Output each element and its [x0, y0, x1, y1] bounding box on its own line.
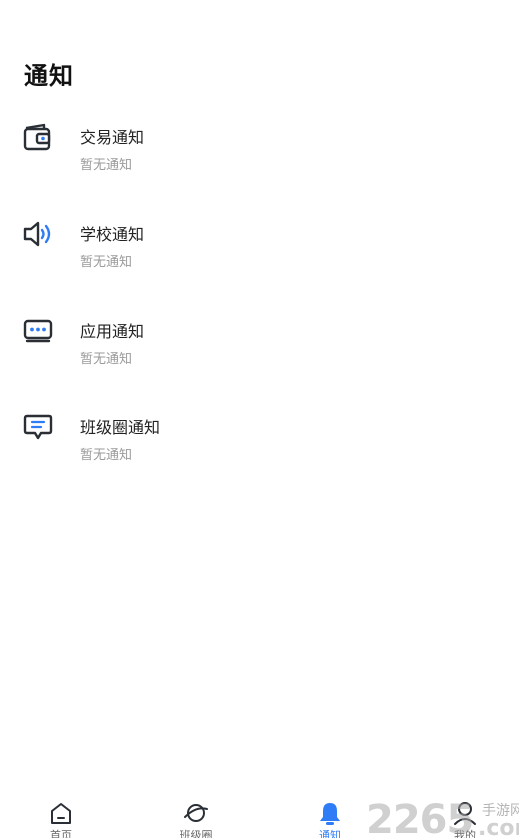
tab-notifications[interactable]: 通知 [300, 796, 360, 838]
tab-profile[interactable]: 我的 [435, 796, 495, 838]
tab-label: 通知 [319, 829, 341, 838]
notif-title: 学校通知 [80, 225, 145, 244]
tab-class-circle[interactable]: 班级圈 [166, 796, 226, 838]
notif-title: 交易通知 [80, 128, 145, 147]
notifications-screen: 通知 交易通知 暂无通知 学校通知 暂无通知 应用通知 暂无通知 班级圈通知 暂… [0, 0, 519, 838]
notif-item-class-circle[interactable]: 班级圈通知 暂无通知 [0, 412, 519, 482]
speaker-icon [22, 219, 56, 249]
notif-subtitle: 暂无通知 [80, 352, 133, 367]
notif-item-transaction[interactable]: 交易通知 暂无通知 [0, 122, 519, 192]
page-title: 通知 [24, 62, 74, 90]
bottom-tab-bar: 首页 班级圈 通知 我的 [0, 796, 519, 838]
chat-message-icon [22, 412, 56, 442]
app-message-icon [22, 316, 56, 346]
tab-label: 首页 [50, 829, 72, 838]
notif-item-school[interactable]: 学校通知 暂无通知 [0, 219, 519, 289]
notif-subtitle: 暂无通知 [80, 255, 133, 270]
notif-item-app[interactable]: 应用通知 暂无通知 [0, 316, 519, 386]
wallet-icon [22, 122, 56, 152]
notif-subtitle: 暂无通知 [80, 158, 133, 173]
tab-label: 班级圈 [179, 829, 213, 838]
notif-title: 班级圈通知 [80, 418, 161, 437]
tab-label: 我的 [454, 829, 476, 838]
tab-home[interactable]: 首页 [31, 796, 91, 838]
notif-subtitle: 暂无通知 [80, 448, 133, 463]
notif-title: 应用通知 [80, 322, 145, 341]
